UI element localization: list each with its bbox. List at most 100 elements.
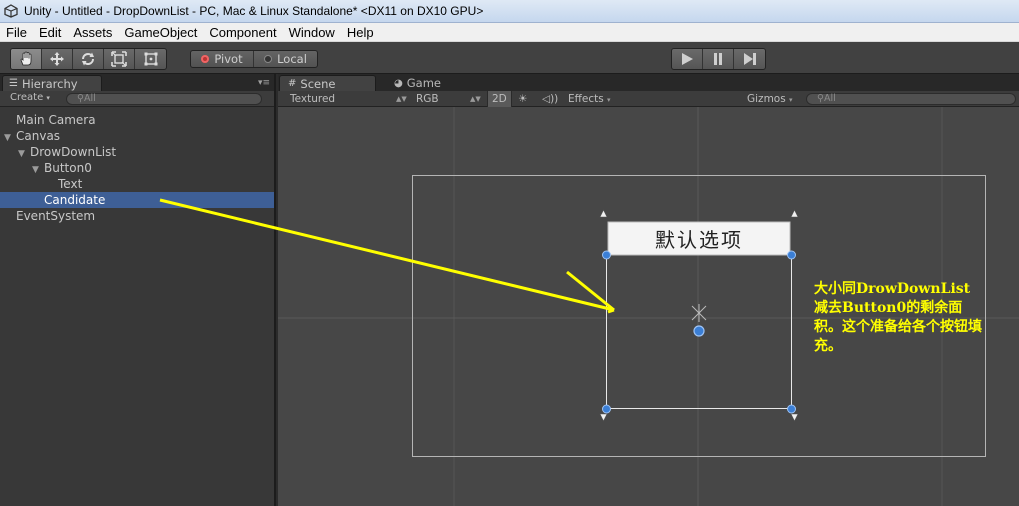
lighting-toggle[interactable]: ☀ [518,91,527,107]
menu-edit[interactable]: Edit [33,25,67,40]
menu-bar: File Edit Assets GameObject Component Wi… [0,23,1019,42]
scene-tab-bar: # Scene ◕ Game [278,74,1019,91]
create-dropdown[interactable]: Create ▾ [10,92,50,103]
tab-hierarchy[interactable]: ☰ Hierarchy [2,75,102,91]
render-caret-icon: ▲▼ [470,95,481,103]
tree-item-drowdownlist[interactable]: ▼ DrowDownList [0,144,274,160]
render-mode-label: RGB [416,93,439,105]
tree-item-eventsystem[interactable]: EventSystem [0,208,274,224]
gizmos-dropdown[interactable]: Gizmos ▾ [747,91,793,107]
gizmos-label: Gizmos [747,93,786,105]
pivot-toggle-group: Pivot Local [190,50,318,68]
hierarchy-search-input[interactable]: ⚲All [66,93,262,105]
pivot-button[interactable]: Pivot [191,51,254,67]
tree-item-label: Button0 [44,161,92,175]
tree-item-label: EventSystem [16,209,96,223]
shading-caret-icon: ▲▼ [396,95,407,103]
hierarchy-tab-bar: ☰ Hierarchy ▾≡ [0,74,274,91]
scene-search-input[interactable]: ⚲All [806,93,1016,105]
tree-item-button0[interactable]: ▼ Button0 [0,160,274,176]
menu-file[interactable]: File [0,25,33,40]
menu-window[interactable]: Window [283,25,341,40]
rect-handle-bottom-left[interactable] [602,404,611,414]
scale-tool-button[interactable] [104,49,135,69]
menu-help[interactable]: Help [341,25,380,40]
tree-item-text[interactable]: Text [0,176,274,192]
hierarchy-toolbar: Create ▾ ⚲All [0,91,274,107]
hierarchy-search-placeholder: All [83,93,96,104]
sun-icon: ☀ [518,93,528,105]
hierarchy-tab-label: Hierarchy [21,76,78,91]
button0-text: 默认选项 [655,227,743,252]
step-icon [743,53,756,65]
game-icon: ◕ [394,77,403,89]
tree-item-canvas[interactable]: ▼ Canvas [0,128,274,144]
tree-item-main-camera[interactable]: Main Camera [0,112,274,128]
local-button[interactable]: Local [254,51,317,67]
play-icon [682,53,693,65]
anchor-handle-top-left[interactable] [599,209,608,218]
tree-item-label: Canvas [16,129,61,143]
game-tab-label: Game [406,76,441,90]
hierarchy-tree: Main Camera ▼ Canvas ▼ DrowDownList ▼ Butto… [0,112,274,224]
hand-tool-button[interactable] [11,49,42,69]
move-tool-button[interactable] [42,49,73,69]
effects-dropdown[interactable]: Effects ▾ [568,91,611,107]
local-icon [264,55,273,63]
rect-tool-icon [144,52,157,66]
mode-2d-toggle[interactable]: 2D [487,91,512,107]
pause-icon [714,53,722,65]
scene-toolbar: Textured ▲▼ RGB ▲▼ 2D ☀ ◁)) Effects ▾ Gi… [278,91,1019,107]
tree-item-candidate[interactable]: Candidate [0,192,274,208]
play-controls [671,48,766,70]
grid-icon: # [288,78,297,89]
search-icon: ⚲ [817,93,824,104]
shading-mode-dropdown[interactable]: Textured [290,91,335,107]
window-title-bar: Unity - Untitled - DropDownList - PC, Ma… [0,0,1019,23]
scene-search-placeholder: All [823,93,836,104]
anchor-handle-top-right[interactable] [790,209,799,218]
move-icon [50,52,64,66]
pivot-icon [201,55,210,63]
annotation-text: 大小同DrowDownList减去Button0的剩余面积。这个准备给各个按钮填… [814,281,982,354]
menu-assets[interactable]: Assets [67,25,118,40]
pivot-gizmo-icon[interactable] [691,304,707,337]
effects-label: Effects [568,93,604,105]
create-label: Create [10,92,44,103]
tree-item-label: DrowDownList [30,145,117,159]
hand-icon [20,51,32,66]
step-button[interactable] [734,49,765,69]
main-toolbar: Pivot Local [0,42,1019,74]
panel-menu-icon[interactable]: ▾≡ [258,78,270,88]
play-button[interactable] [672,49,703,69]
unity-logo-icon [4,4,18,18]
tab-scene[interactable]: # Scene [279,75,376,91]
hierarchy-panel: ☰ Hierarchy ▾≡ Create ▾ ⚲All Main Camera… [0,74,276,506]
scale-icon [111,51,127,67]
tree-item-label: Text [58,177,83,191]
tree-item-label: Candidate [44,193,106,207]
window-title: Unity - Untitled - DropDownList - PC, Ma… [24,4,484,18]
scene-tab-label: Scene [300,76,336,91]
search-icon: ⚲ [77,93,84,104]
local-label: Local [277,52,307,66]
rect-tool-button[interactable] [135,49,166,69]
render-mode-dropdown[interactable]: RGB [416,91,439,107]
shading-mode-label: Textured [290,93,336,105]
tab-game[interactable]: ◕ Game [386,75,483,91]
audio-toggle[interactable]: ◁)) [542,91,558,107]
anchor-handle-bottom-right[interactable] [790,413,799,422]
menu-gameobject[interactable]: GameObject [118,25,203,40]
tree-item-label: Main Camera [16,113,96,127]
list-icon: ☰ [9,78,18,89]
rotate-tool-button[interactable] [73,49,104,69]
pivot-label: Pivot [214,52,243,66]
anchor-handle-bottom-left[interactable] [599,413,608,422]
speaker-icon: ◁)) [542,93,559,105]
pause-button[interactable] [703,49,734,69]
rotate-icon [82,52,94,66]
transform-tools [10,48,167,70]
menu-component[interactable]: Component [203,25,282,40]
mode-2d-label: 2D [492,93,507,105]
rect-handle-bottom-right[interactable] [787,404,796,414]
